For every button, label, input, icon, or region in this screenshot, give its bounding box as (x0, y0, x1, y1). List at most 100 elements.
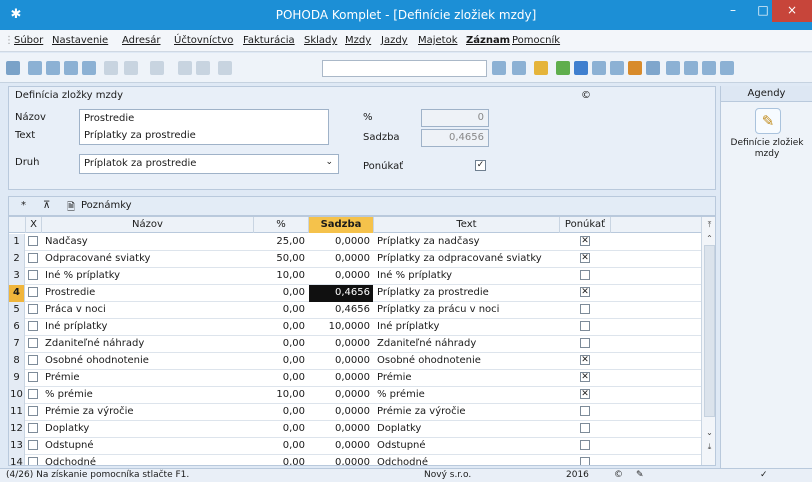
ponukat-row-checkbox[interactable]: ✕ (580, 389, 590, 399)
menu-fakturacia[interactable]: Fakturácia (243, 35, 295, 46)
ponukat-row-checkbox[interactable] (580, 423, 590, 433)
status-edit-icon[interactable]: ✎ (636, 470, 644, 480)
ponukat-row-checkbox[interactable] (580, 457, 590, 465)
header-pct[interactable]: % (254, 217, 309, 233)
header-sadzba[interactable]: Sadzba (309, 217, 374, 233)
ponukat-row-checkbox[interactable] (580, 338, 590, 348)
scroll-down-icon[interactable]: ⌄ (704, 427, 715, 438)
header-nazov[interactable]: Názov (42, 217, 254, 233)
table-row[interactable]: 9 Prémie 0,00 0,0000 Prémie ✕ (9, 370, 701, 387)
tb-dropdown-icon[interactable] (492, 61, 506, 75)
row-select-checkbox[interactable] (28, 287, 38, 297)
scroll-up-icon[interactable]: ⌃ (704, 233, 715, 244)
tb-export-icon[interactable] (82, 61, 96, 75)
row-select-checkbox[interactable] (28, 338, 38, 348)
header-ponukat[interactable]: Ponúkať (560, 217, 611, 233)
menu-subor[interactable]: Súbor (14, 35, 43, 46)
row-select-checkbox[interactable] (28, 423, 38, 433)
row-select-checkbox[interactable] (28, 304, 38, 314)
header-x[interactable]: X (26, 217, 42, 233)
star-icon[interactable]: * (21, 200, 26, 211)
search-input[interactable] (322, 60, 487, 77)
tb-edit-icon[interactable] (124, 61, 138, 75)
scroll-top-icon[interactable]: ⤒ (704, 219, 715, 230)
tb-window-icon[interactable] (666, 61, 680, 75)
tb-globe-icon[interactable] (574, 61, 588, 75)
tb-table-icon[interactable] (610, 61, 624, 75)
tb-window2-icon[interactable] (684, 61, 698, 75)
table-row[interactable]: 8 Osobné ohodnotenie 0,00 0,0000 Osobné ohod… (9, 353, 701, 370)
table-row[interactable]: 1 Nadčasy 25,00 0,0000 Príplatky za nadčasy ✕ (9, 234, 701, 251)
tb-sw-icon[interactable] (646, 61, 660, 75)
menu-jazdy[interactable]: Jazdy (381, 35, 408, 46)
pct-input[interactable]: 0 (421, 109, 489, 127)
tb-save-icon[interactable] (178, 61, 192, 75)
table-row[interactable]: 6 Iné príplatky 0,00 10,0000 Iné príplatky (9, 319, 701, 336)
tb-folder-icon[interactable] (534, 61, 548, 75)
row-select-checkbox[interactable] (28, 406, 38, 416)
table-row[interactable]: 11 Prémie za výročie 0,00 0,0000 Prémie za v… (9, 404, 701, 421)
vertical-scrollbar[interactable]: ⤒ ⌃ ⌄ ⤓ (701, 217, 715, 465)
table-row[interactable]: 12 Doplatky 0,00 0,0000 Doplatky (9, 421, 701, 438)
tb-delete-icon[interactable] (150, 61, 164, 75)
table-row[interactable]: 5 Práca v noci 0,00 0,4656 Príplatky za prác… (9, 302, 701, 319)
menu-pomocnik[interactable]: Pomocník (512, 35, 560, 46)
ponukat-row-checkbox[interactable]: ✕ (580, 355, 590, 365)
ponukat-row-checkbox[interactable]: ✕ (580, 236, 590, 246)
header-text[interactable]: Text (374, 217, 560, 233)
row-select-checkbox[interactable] (28, 253, 38, 263)
tb-new-icon[interactable] (6, 61, 20, 75)
filter-icon[interactable]: ⊼ (43, 200, 50, 211)
menu-uctovnictvo[interactable]: Účtovníctvo (174, 35, 233, 46)
pencil-note-icon[interactable]: ✎ (755, 108, 781, 134)
menu-mzdy[interactable]: Mzdy (345, 35, 371, 46)
row-select-checkbox[interactable] (28, 270, 38, 280)
tb-refresh-icon[interactable] (556, 61, 570, 75)
tb-save-as-icon[interactable] (196, 61, 210, 75)
tb-window3-icon[interactable] (702, 61, 716, 75)
scroll-thumb[interactable] (704, 245, 715, 417)
menu-zaznam[interactable]: Záznam (466, 35, 510, 46)
table-row[interactable]: 13 Odstupné 0,00 0,0000 Odstupné (9, 438, 701, 455)
tab-poznamky[interactable]: Poznámky (81, 200, 132, 211)
ponukat-row-checkbox[interactable] (580, 270, 590, 280)
row-select-checkbox[interactable] (28, 440, 38, 450)
table-row[interactable]: 2 Odpracované sviatky 50,00 0,0000 Príplatky… (9, 251, 701, 268)
ponukat-row-checkbox[interactable] (580, 321, 590, 331)
tb-copy-icon[interactable] (218, 61, 232, 75)
tb-print-preview-icon[interactable] (46, 61, 60, 75)
ponukat-row-checkbox[interactable]: ✕ (580, 287, 590, 297)
menu-sklady[interactable]: Sklady (304, 35, 337, 46)
tb-zoom-icon[interactable] (64, 61, 78, 75)
druh-select[interactable]: Príplatok za prostredie ⌄ (79, 154, 339, 174)
row-select-checkbox[interactable] (28, 236, 38, 246)
table-row[interactable]: 14 Odchodné 0,00 0,0000 Odchodné (9, 455, 701, 465)
tb-print-icon[interactable] (28, 61, 42, 75)
text-input[interactable]: Príplatky za prostredie (84, 130, 196, 141)
menu-nastavenie[interactable]: Nastavenie (52, 35, 108, 46)
sadzba-input[interactable]: 0,4656 (421, 129, 489, 147)
row-select-checkbox[interactable] (28, 372, 38, 382)
minimize-button[interactable]: – (718, 0, 748, 22)
ponukat-row-checkbox[interactable]: ✕ (580, 253, 590, 263)
scroll-bottom-icon[interactable]: ⤓ (704, 441, 715, 452)
row-select-checkbox[interactable] (28, 355, 38, 365)
tb-page-icon[interactable] (104, 61, 118, 75)
ponukat-row-checkbox[interactable] (580, 406, 590, 416)
tb-calc-icon[interactable] (592, 61, 606, 75)
tb-help-icon[interactable] (720, 61, 734, 75)
table-row[interactable]: 4 Prostredie 0,00 0,4656 Príplatky za prostr… (9, 285, 701, 302)
form-info-icon[interactable]: © (581, 90, 591, 101)
table-row[interactable]: 10 % prémie 10,00 0,0000 % prémie ✕ (9, 387, 701, 404)
ponukat-row-checkbox[interactable] (580, 304, 590, 314)
table-row[interactable]: 7 Zdaniteľné náhrady 0,00 0,0000 Zdaniteľné … (9, 336, 701, 353)
nazov-input[interactable]: Prostredie (84, 113, 134, 124)
menu-majetok[interactable]: Majetok (418, 35, 458, 46)
tb-filter-icon[interactable] (512, 61, 526, 75)
ponukat-row-checkbox[interactable]: ✕ (580, 372, 590, 382)
row-select-checkbox[interactable] (28, 321, 38, 331)
ponukat-checkbox[interactable]: ✓ (475, 160, 486, 171)
agenda-item-definicie[interactable]: Definície zložiek mzdy (723, 138, 811, 160)
ponukat-row-checkbox[interactable] (580, 440, 590, 450)
table-row[interactable]: 3 Iné % príplatky 10,00 0,0000 Iné % príplat… (9, 268, 701, 285)
